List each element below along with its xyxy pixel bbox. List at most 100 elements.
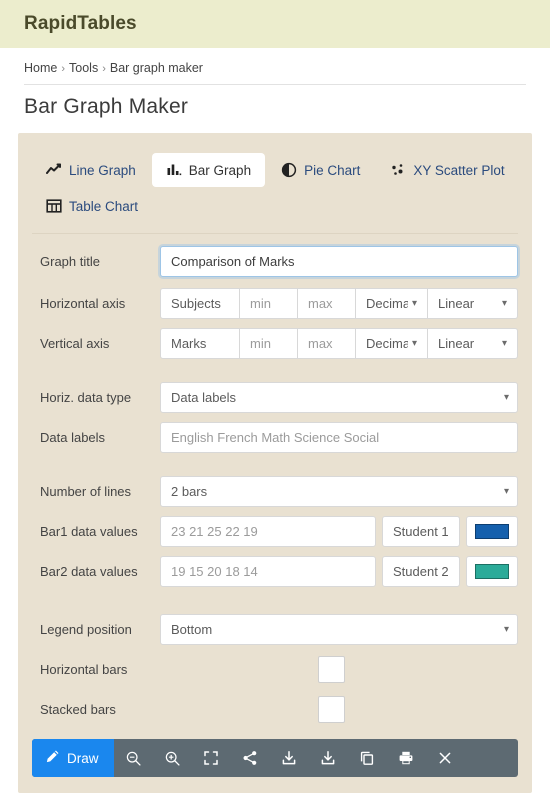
horizontal-axis-max-input[interactable]: max	[298, 288, 356, 319]
breadcrumb-bar: Home › Tools › Bar graph maker	[0, 48, 550, 84]
chart-type-tabs: Line Graph Bar Graph Pie Chart XY Scatte…	[18, 147, 532, 227]
bar1-series-name-input[interactable]: Student 1	[382, 516, 460, 547]
bar1-color-swatch	[475, 524, 509, 539]
bar2-color-picker[interactable]	[466, 556, 518, 587]
breadcrumb-item-current: Bar graph maker	[109, 61, 203, 75]
vertical-axis-max-input[interactable]: max	[298, 328, 356, 359]
vertical-axis-name-input[interactable]: Marks	[160, 328, 240, 359]
legend-position-label: Legend position	[40, 622, 132, 637]
graph-title-label: Graph title	[40, 254, 100, 269]
data-labels-input[interactable]: English French Math Science Social	[160, 422, 518, 453]
page-title: Bar Graph Maker	[24, 95, 189, 118]
horizontal-axis-name-input[interactable]: Subjects	[160, 288, 240, 319]
select-value: Decima	[366, 336, 408, 351]
tab-label: Table Chart	[69, 198, 139, 214]
tab-pie-chart[interactable]: Pie Chart	[267, 153, 374, 187]
tab-line-graph[interactable]: Line Graph	[32, 153, 150, 187]
tab-label: Pie Chart	[304, 162, 361, 178]
bar1-color-picker[interactable]	[466, 516, 518, 547]
horiz-data-type-label: Horiz. data type	[40, 390, 132, 405]
tab-label: Bar Graph	[188, 162, 252, 178]
tab-xy-scatter-plot[interactable]: XY Scatter Plot	[376, 153, 518, 187]
bar2-color-swatch	[475, 564, 509, 579]
site-brand[interactable]: RapidTables	[24, 13, 137, 35]
stacked-bars-label: Stacked bars	[40, 702, 116, 717]
breadcrumb-separator: ›	[102, 63, 106, 75]
draw-button-label: Draw	[67, 750, 99, 766]
fullscreen-icon	[203, 750, 219, 766]
horizontal-axis-min-input[interactable]: min	[240, 288, 298, 319]
horizontal-axis-format-select[interactable]: Decima ▾	[356, 288, 428, 319]
breadcrumb-item-tools[interactable]: Tools	[69, 61, 98, 75]
select-value: 2 bars	[171, 484, 208, 499]
select-value: Bottom	[171, 622, 213, 637]
bar2-series-name-input[interactable]: Student 2	[382, 556, 460, 587]
select-value: Linear	[438, 336, 475, 351]
row-bar2: Bar2 data values 19 15 20 18 14 Student …	[32, 556, 518, 587]
vertical-axis-label: Vertical axis	[40, 336, 110, 351]
graph-settings-form: Graph title Comparison of Marks Horizont…	[18, 234, 532, 723]
copy-button[interactable]	[348, 739, 387, 777]
chevron-down-icon: ▾	[501, 338, 507, 349]
pencil-icon	[45, 749, 60, 767]
bar1-label: Bar1 data values	[40, 524, 138, 539]
close-icon	[437, 750, 453, 766]
zoom-out-button[interactable]	[114, 739, 153, 777]
data-labels-label: Data labels	[40, 430, 106, 445]
chart-toolbar: Draw	[32, 739, 518, 777]
line-graph-icon	[46, 162, 62, 178]
bar-graph-icon	[166, 162, 182, 178]
stacked-bars-checkbox[interactable]	[317, 696, 345, 723]
chevron-down-icon: ▾	[503, 623, 509, 635]
legend-position-select[interactable]: Bottom ▾	[160, 614, 518, 645]
number-of-lines-label: Number of lines	[40, 484, 132, 499]
row-horiz-data-type: Horiz. data type Data labels ▾	[32, 382, 518, 413]
tab-label: XY Scatter Plot	[413, 162, 505, 178]
chevron-down-icon: ▾	[503, 485, 509, 497]
breadcrumb-separator: ›	[61, 63, 66, 75]
row-number-of-lines: Number of lines 2 bars ▾	[32, 476, 518, 507]
site-header: RapidTables	[0, 0, 550, 48]
bar2-values-input[interactable]: 19 15 20 18 14	[160, 556, 376, 587]
share-button[interactable]	[231, 739, 270, 777]
row-graph-title: Graph title Comparison of Marks	[32, 246, 518, 277]
print-icon	[398, 750, 414, 766]
table-chart-icon	[46, 198, 62, 214]
print-button[interactable]	[387, 739, 426, 777]
download-alt-icon	[320, 750, 336, 766]
select-value: Linear	[438, 296, 475, 311]
row-bar1: Bar1 data values 23 21 25 22 19 Student …	[32, 516, 518, 547]
graph-maker-card: Line Graph Bar Graph Pie Chart XY Scatte…	[18, 133, 532, 793]
download-icon	[281, 750, 297, 766]
draw-button[interactable]: Draw	[32, 739, 114, 777]
fullscreen-button[interactable]	[192, 739, 231, 777]
vertical-axis-scale-select[interactable]: Linear ▾	[428, 328, 518, 359]
zoom-in-icon	[164, 750, 181, 767]
graph-title-input[interactable]: Comparison of Marks	[160, 246, 518, 277]
download-alt-button[interactable]	[309, 739, 348, 777]
row-horizontal-axis: Horizontal axis Subjects min max Decima …	[32, 288, 518, 319]
scatter-plot-icon	[390, 162, 406, 178]
tab-bar-graph[interactable]: Bar Graph	[151, 153, 266, 187]
tab-table-chart[interactable]: Table Chart	[32, 189, 192, 223]
pie-chart-icon	[281, 162, 297, 178]
horizontal-axis-scale-select[interactable]: Linear ▾	[428, 288, 518, 319]
number-of-lines-select[interactable]: 2 bars ▾	[160, 476, 518, 507]
zoom-in-button[interactable]	[153, 739, 192, 777]
bar2-label: Bar2 data values	[40, 564, 138, 579]
vertical-axis-min-input[interactable]: min	[240, 328, 298, 359]
select-value: Decima	[366, 296, 408, 311]
close-button[interactable]	[426, 739, 465, 777]
download-button[interactable]	[270, 739, 309, 777]
horizontal-bars-checkbox[interactable]	[317, 656, 345, 683]
horiz-data-type-select[interactable]: Data labels ▾	[160, 382, 518, 413]
horizontal-axis-label: Horizontal axis	[40, 296, 126, 311]
bar1-values-input[interactable]: 23 21 25 22 19	[160, 516, 376, 547]
row-stacked-bars: Stacked bars	[32, 696, 518, 723]
row-vertical-axis: Vertical axis Marks min max Decima ▾ Lin…	[32, 328, 518, 359]
vertical-axis-format-select[interactable]: Decima ▾	[356, 328, 428, 359]
breadcrumb-item-home[interactable]: Home	[24, 61, 57, 75]
